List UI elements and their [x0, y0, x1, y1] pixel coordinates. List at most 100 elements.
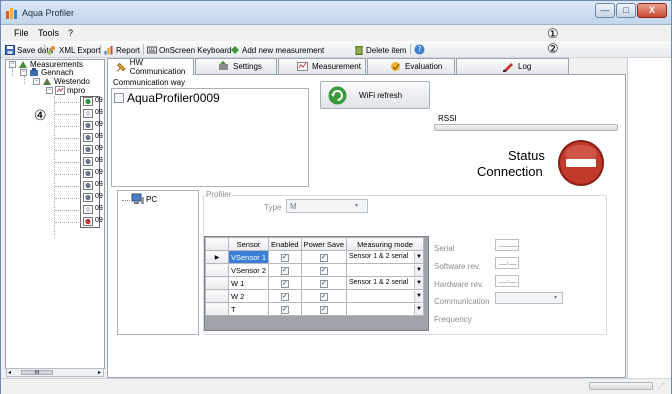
scroll-left-arrow[interactable]: ◂	[8, 369, 11, 376]
sensor-name-cell[interactable]: VSensor 2	[227, 263, 270, 277]
onscreen-keyboard-button[interactable]: OnScreen Keyboard	[147, 44, 232, 56]
measuring-mode-dropdown[interactable]: ▼	[347, 264, 423, 276]
device-item[interactable]: AquaProfiler0009	[114, 91, 220, 105]
tree-leaf-item[interactable]: 09	[55, 145, 103, 155]
enabled-checkbox[interactable]: ✓	[280, 267, 289, 275]
tree-collapse-toggle[interactable]: −	[46, 87, 53, 94]
report-button[interactable]: Report	[104, 44, 140, 56]
measuring-mode-dropdown[interactable]: ▼	[347, 303, 423, 315]
chevron-down-icon[interactable]: ▼	[414, 264, 423, 276]
tree-leaf-item[interactable]: 09	[55, 133, 103, 143]
add-measurement-button[interactable]: Add new measurement	[230, 44, 324, 56]
scroll-right-arrow[interactable]: ▸	[98, 369, 101, 376]
hardware-rev-field[interactable]: __,__	[495, 275, 519, 287]
tree-leaf-item[interactable]: 09	[55, 109, 103, 119]
row-header[interactable]	[205, 263, 229, 277]
tree-leaf-item[interactable]: 09	[55, 181, 103, 191]
tab-evaluation[interactable]: Evaluation	[367, 58, 455, 74]
row-header[interactable]	[205, 289, 229, 303]
enabled-checkbox[interactable]: ✓	[280, 306, 289, 314]
communication-select[interactable]: ▾	[495, 292, 563, 304]
tab-measurement[interactable]: Measurement	[278, 58, 366, 74]
toolbar-separator	[410, 44, 411, 55]
chevron-down-icon[interactable]: ▼	[414, 277, 423, 289]
close-button[interactable]: X	[637, 3, 667, 18]
power-save-checkbox[interactable]: ✓	[319, 254, 328, 262]
title-bar[interactable]: Aqua Profiler — □ X	[1, 1, 671, 25]
tab-log[interactable]: Log	[456, 58, 569, 74]
power-save-checkbox[interactable]: ✓	[319, 280, 328, 288]
tree-collapse-toggle[interactable]: −	[9, 61, 16, 68]
power-save-checkbox[interactable]: ✓	[319, 293, 328, 301]
col-header-enabled[interactable]: Enabled	[268, 237, 302, 251]
enabled-checkbox[interactable]: ✓	[280, 280, 289, 288]
toolbar-separator	[44, 44, 45, 55]
sensor-name-cell[interactable]: VSensor 1	[227, 250, 270, 264]
sensor-name-cell[interactable]: W 2	[227, 289, 270, 303]
tree-leaf-item[interactable]: 09	[55, 97, 103, 107]
col-header-power-save[interactable]: Power Save	[300, 237, 348, 251]
chevron-down-icon[interactable]: ▼	[414, 290, 423, 302]
row-header[interactable]	[205, 276, 229, 290]
tree-leaf-item[interactable]: 09	[55, 193, 103, 203]
help-icon[interactable]: ?	[414, 44, 425, 55]
resize-grip-icon[interactable]: ⋰	[658, 382, 665, 390]
toolbar-separator	[143, 44, 144, 55]
row-header[interactable]	[205, 302, 229, 316]
measurement-tree[interactable]: − Measurements − Gennach − Westendo − mp…	[5, 59, 105, 369]
pc-label[interactable]: PC	[146, 195, 157, 204]
enabled-checkbox[interactable]: ✓	[280, 293, 289, 301]
tree-collapse-toggle[interactable]: −	[20, 69, 27, 76]
menu-help[interactable]: ?	[68, 28, 73, 38]
delete-item-button[interactable]: Delete item	[354, 44, 406, 56]
scroll-thumb[interactable]: III	[21, 370, 53, 376]
tree-leaf-item[interactable]: 09	[55, 205, 103, 215]
tree-leaf-item[interactable]: 09	[55, 169, 103, 179]
maximize-button[interactable]: □	[616, 3, 636, 18]
sensor-row[interactable]: VSensor 2 ✓ ✓ ▼	[205, 263, 424, 277]
pc-device-tree[interactable]	[117, 190, 199, 335]
sensor-grid[interactable]: Sensor Enabled Power Save Measuring mode…	[204, 236, 429, 331]
enabled-checkbox[interactable]: ✓	[280, 254, 289, 262]
device-checkbox[interactable]	[114, 93, 124, 103]
tree-collapse-toggle[interactable]: −	[33, 78, 40, 85]
serial-field[interactable]: _____	[495, 239, 519, 251]
wifi-refresh-button[interactable]: WiFi refresh	[320, 81, 430, 109]
col-header-measuring-mode[interactable]: Measuring mode	[346, 237, 424, 251]
col-header-sensor[interactable]: Sensor	[227, 237, 270, 251]
sensor-name-cell[interactable]: W 1	[227, 276, 270, 290]
type-select[interactable]: M ▾	[286, 199, 368, 213]
sensor-row[interactable]: W 1 ✓ ✓ Sensor 1 & 2 serial ▼	[205, 276, 424, 290]
tree-leaf-item[interactable]: 09	[55, 157, 103, 167]
xml-export-button[interactable]: XML Export	[47, 44, 101, 56]
tree-leaf-label: 09	[95, 133, 103, 140]
sensor-name-cell[interactable]: T	[227, 302, 270, 316]
tree-leaf-item[interactable]: 09	[55, 217, 103, 227]
sensor-row[interactable]: ▶ VSensor 1 ✓ ✓ Sensor 1 & 2 serial ▼	[205, 250, 424, 264]
sensor-row[interactable]: T ✓ ✓ ▼	[205, 302, 424, 316]
save-icon	[5, 45, 15, 55]
measuring-mode-dropdown[interactable]: Sensor 1 & 2 serial ▼	[347, 277, 423, 289]
power-save-checkbox[interactable]: ✓	[319, 267, 328, 275]
menu-tools[interactable]: Tools	[38, 28, 59, 38]
sensor-row[interactable]: W 2 ✓ ✓ ▼	[205, 289, 424, 303]
tree-leaf-item[interactable]: 09	[55, 121, 103, 131]
measuring-mode-dropdown[interactable]: ▼	[347, 290, 423, 302]
sensor-header-row: Sensor Enabled Power Save Measuring mode	[205, 237, 424, 251]
tab-settings[interactable]: Settings	[195, 58, 277, 74]
tree-item-westendo[interactable]: Westendo	[54, 77, 90, 86]
tree-item-mpro[interactable]: mpro	[67, 86, 85, 95]
save-data-button[interactable]: Save data	[5, 44, 53, 56]
tab-hw-communication[interactable]: HW Communication	[107, 58, 194, 76]
chevron-down-icon[interactable]: ▼	[414, 303, 423, 315]
tree-horizontal-scrollbar[interactable]: ◂ III ▸	[6, 368, 104, 377]
power-save-checkbox[interactable]: ✓	[319, 306, 328, 314]
software-rev-field[interactable]: __,__	[495, 257, 519, 269]
minimize-button[interactable]: —	[595, 3, 615, 18]
measuring-mode-dropdown[interactable]: Sensor 1 & 2 serial ▼	[347, 251, 423, 263]
row-header[interactable]: ▶	[205, 250, 229, 264]
menu-file[interactable]: File	[14, 28, 29, 38]
svg-text:?: ?	[418, 45, 422, 54]
chevron-down-icon[interactable]: ▼	[414, 251, 423, 263]
tree-item-gennach[interactable]: Gennach	[41, 68, 73, 77]
